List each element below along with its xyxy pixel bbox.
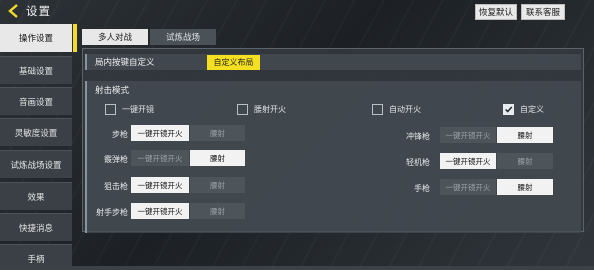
lmg-hip-fire-option[interactable]: 腰射 — [497, 153, 553, 169]
weapon-label-marksman: 射手步枪 — [96, 208, 128, 217]
weapon-label-lmg: 轻机枪 — [406, 158, 430, 167]
sniper-scope-fire-option[interactable]: 一键开镜开火 — [131, 177, 189, 193]
shotgun-scope-fire-option[interactable]: 一键开镜开火 — [131, 150, 189, 166]
sniper-hip-fire-option[interactable]: 腰射 — [190, 177, 245, 193]
option-label: 自动开火 — [389, 105, 421, 114]
weapon-label-sniper: 狙击枪 — [104, 182, 128, 191]
weapon-label-pistol: 手枪 — [414, 184, 430, 193]
sidebar: 操作设置 基础设置 音画设置 灵敏度设置 试炼战场设置 效果 快捷消息 手柄 — [0, 22, 78, 270]
sidebar-item-quick-messages[interactable]: 快捷消息 — [0, 213, 72, 241]
sidebar-item-trial-settings[interactable]: 试炼战场设置 — [0, 150, 72, 178]
tab-multiplayer[interactable]: 多人对战 — [82, 29, 148, 45]
tab-trial[interactable]: 试炼战场 — [150, 29, 216, 45]
checkbox-one-tap-scope[interactable] — [105, 104, 116, 115]
option-label: 自定义 — [520, 105, 544, 114]
back-arrow-icon — [8, 4, 18, 18]
back-button[interactable] — [3, 2, 25, 20]
sidebar-item-basic[interactable]: 基础设置 — [0, 56, 72, 84]
checkbox-auto-fire[interactable] — [372, 104, 383, 115]
weapon-label-smg: 冲锋枪 — [406, 132, 430, 141]
sidebar-item-effects[interactable]: 效果 — [0, 182, 72, 210]
option-one-tap-scope[interactable]: 一键开镜 — [105, 104, 154, 115]
pistol-scope-fire-option[interactable]: 一键开镜开火 — [440, 179, 496, 195]
smg-scope-fire-option[interactable]: 一键开镜开火 — [440, 127, 496, 143]
rifle-hip-fire-option[interactable]: 腰射 — [190, 125, 245, 141]
option-auto-fire[interactable]: 自动开火 — [372, 104, 421, 115]
marksman-hip-fire-option[interactable]: 腰射 — [190, 203, 245, 219]
restore-default-button[interactable]: 恢复默认 — [475, 4, 517, 20]
contact-support-button[interactable]: 联系客服 — [521, 4, 565, 20]
smg-hip-fire-option[interactable]: 腰射 — [497, 127, 553, 143]
weapon-label-shotgun: 霰弹枪 — [104, 155, 128, 164]
rifle-scope-fire-option[interactable]: 一键开镜开火 — [131, 125, 189, 141]
custom-layout-section: 局内按键自定义 — [85, 54, 581, 70]
option-custom[interactable]: 自定义 — [503, 104, 544, 115]
checkbox-hip-fire[interactable] — [237, 104, 248, 115]
top-bar: 设置 恢复默认 联系客服 — [0, 0, 594, 22]
sidebar-item-controls[interactable]: 操作设置 — [0, 24, 77, 52]
custom-layout-label: 局内按键自定义 — [95, 58, 155, 68]
option-label: 腰射开火 — [254, 105, 286, 114]
sidebar-item-audio-video[interactable]: 音画设置 — [0, 87, 72, 115]
sidebar-item-sensitivity[interactable]: 灵敏度设置 — [0, 118, 72, 146]
shotgun-hip-fire-option[interactable]: 腰射 — [190, 150, 245, 166]
weapon-label-rifle: 步枪 — [112, 130, 128, 139]
pistol-hip-fire-option[interactable]: 腰射 — [497, 179, 553, 195]
bottom-edge — [0, 266, 594, 270]
lmg-scope-fire-option[interactable]: 一键开镜开火 — [440, 153, 496, 169]
checkbox-custom[interactable] — [503, 104, 514, 115]
page-title: 设置 — [26, 4, 51, 18]
option-label: 一键开镜 — [122, 105, 154, 114]
marksman-scope-fire-option[interactable]: 一键开镜开火 — [131, 203, 189, 219]
checkmark-icon — [505, 106, 513, 113]
fire-mode-label: 射击模式 — [95, 86, 130, 96]
custom-layout-button[interactable]: 自定义布局 — [207, 55, 260, 70]
option-hip-fire[interactable]: 腰射开火 — [237, 104, 286, 115]
